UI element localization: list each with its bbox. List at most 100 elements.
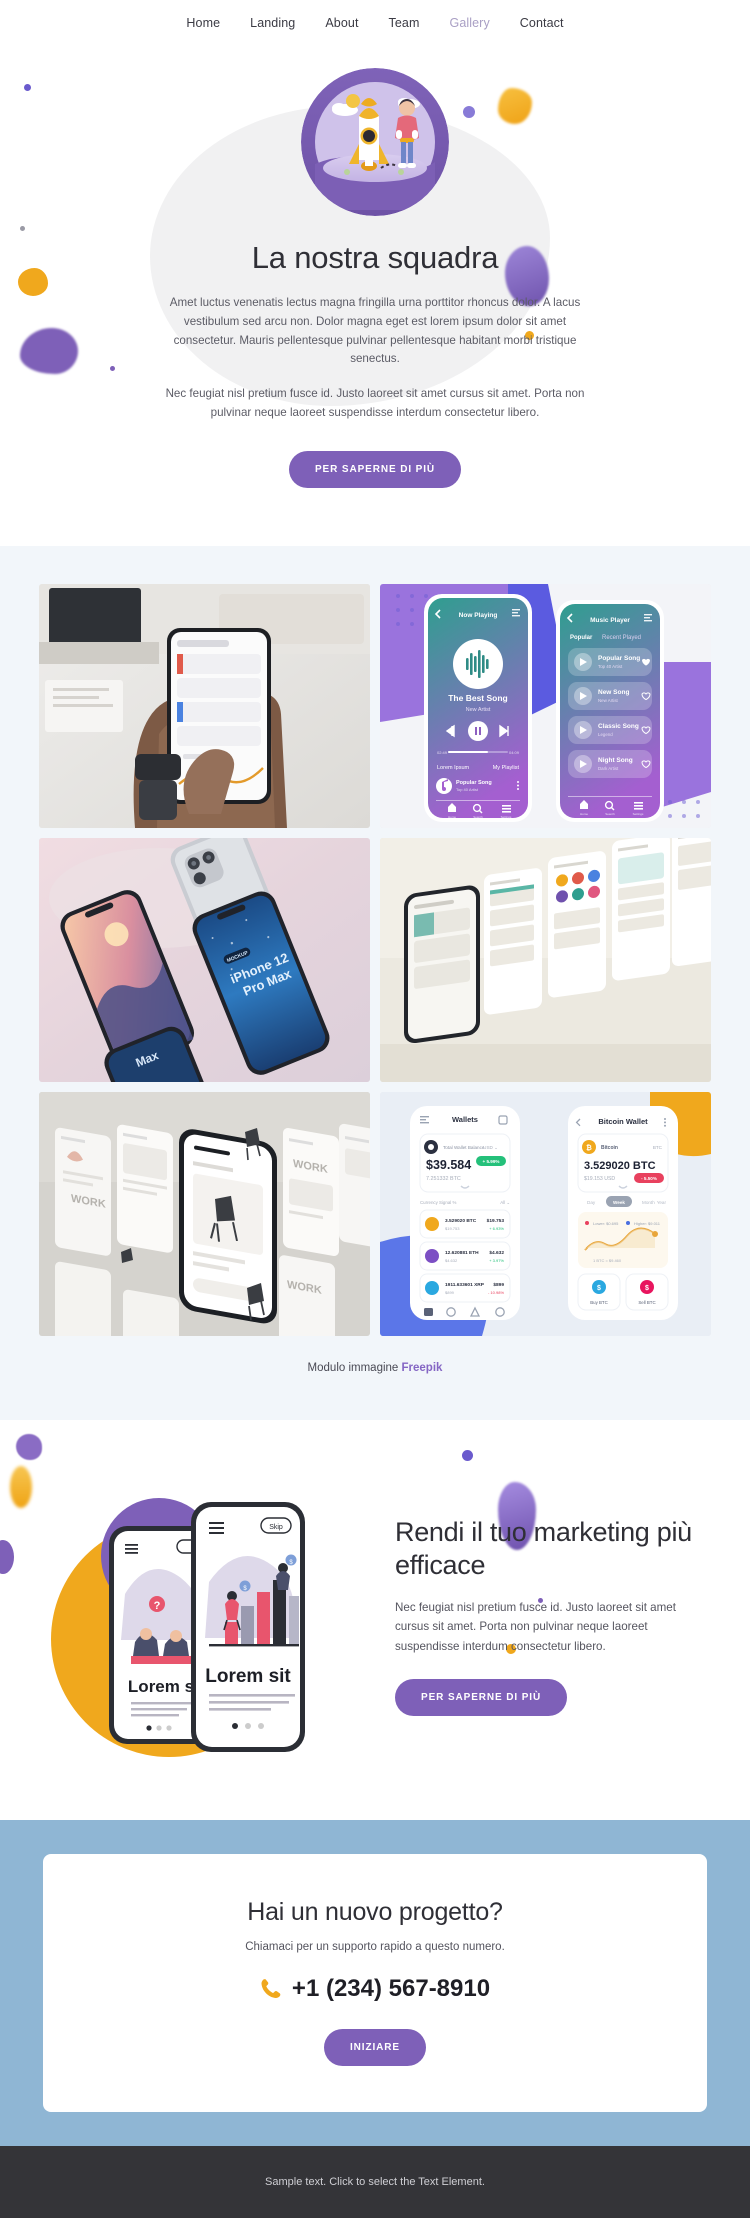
svg-text:Search: Search: [605, 812, 615, 816]
contact-title: Hai un nuovo progetto?: [247, 1897, 503, 1926]
svg-text:3.529020 BTC: 3.529020 BTC: [445, 1218, 477, 1224]
nav-item-gallery[interactable]: Gallery: [450, 16, 490, 30]
svg-text:Bitcoin Wallet: Bitcoin Wallet: [598, 1117, 648, 1126]
gallery-item-phone-flatlay[interactable]: MOCKUP iPhone 12 Pro Max Max: [39, 837, 370, 1082]
svg-text:Popular Song: Popular Song: [456, 780, 492, 786]
svg-text:+ 3.97%: + 3.97%: [489, 1258, 504, 1263]
svg-text:02:49: 02:49: [437, 750, 448, 755]
caption-text: Modulo immagine: [307, 1361, 402, 1374]
deco-dot-purple-mk: [462, 1449, 473, 1461]
svg-text:?: ?: [154, 1600, 161, 1612]
hand-holding-phone-photo: [39, 583, 370, 828]
furniture-app-screens-photo: WORK WORK WORK: [39, 1091, 370, 1336]
gallery-section: Now Playing The Best Song New Artist 02:…: [0, 545, 750, 1420]
marketing-cta-button[interactable]: PER SAPERNE DI PIÙ: [395, 1678, 568, 1716]
svg-text:Lorem sit: Lorem sit: [205, 1666, 291, 1687]
chat-app-screens-photo: [380, 837, 711, 1082]
nav-item-about[interactable]: About: [325, 16, 358, 30]
svg-text:12.620881 ETH: 12.620881 ETH: [445, 1250, 479, 1256]
contact-card: Hai un nuovo progetto? Chiamaci per un s…: [43, 1853, 707, 2112]
main-navigation: Home Landing About Team Gallery Contact: [0, 0, 750, 46]
hero-section: La nostra squadra Amet luctus venenatis …: [0, 46, 750, 546]
gallery-item-hand-phone[interactable]: [39, 583, 370, 828]
gallery-item-app-screens[interactable]: [380, 837, 711, 1082]
svg-text:Sell BTC: Sell BTC: [638, 1300, 655, 1305]
svg-text:Lorem Ipsum: Lorem Ipsum: [437, 765, 470, 771]
svg-text:Currency Signal %: Currency Signal %: [420, 1200, 456, 1205]
footer-text[interactable]: Sample text. Click to select the Text El…: [265, 2176, 485, 2188]
onboarding-phones-illustration: ? Lorem s Skip $ $ Lorem sit: [51, 1497, 305, 1757]
svg-text:Now Playing: Now Playing: [459, 612, 498, 619]
gallery-item-music-app[interactable]: Now Playing The Best Song New Artist 02:…: [380, 583, 711, 828]
svg-text:1 BTC = $9.460: 1 BTC = $9.460: [593, 1258, 622, 1263]
svg-text:3.529020 BTC: 3.529020 BTC: [584, 1160, 656, 1172]
svg-text:Total Wallet Balance: Total Wallet Balance: [443, 1145, 485, 1150]
svg-text:Search: Search: [473, 815, 483, 819]
hero-illustration: [301, 68, 449, 216]
marketing-title: Rendi il tuo marketing più efficace: [395, 1516, 692, 1580]
svg-text:Top 40 Artist: Top 40 Artist: [456, 787, 479, 792]
hero-cta-button[interactable]: PER SAPERNE DI PIÙ: [288, 450, 462, 488]
footer: Sample text. Click to select the Text El…: [0, 2145, 750, 2218]
music-player-app-mockup: Now Playing The Best Song New Artist 02:…: [380, 583, 711, 828]
page-title: La nostra squadra: [251, 240, 499, 275]
svg-text:$: $: [597, 1285, 601, 1292]
svg-text:Lower: $0.695: Lower: $0.695: [593, 1221, 619, 1226]
svg-text:₿: ₿: [586, 1144, 592, 1152]
svg-text:Settings: Settings: [633, 812, 644, 816]
svg-text:Lorem s: Lorem s: [128, 1677, 194, 1696]
svg-text:Settings: Settings: [501, 815, 512, 819]
contact-cta-button[interactable]: INIZIARE: [324, 2028, 426, 2066]
landing-page: Home Landing About Team Gallery Contact: [0, 0, 750, 2218]
svg-text:+ 5.99%: + 5.99%: [483, 1159, 500, 1164]
svg-text:04:09: 04:09: [509, 750, 520, 755]
svg-text:Top 40 Artist: Top 40 Artist: [598, 664, 623, 669]
marketing-section: ? Lorem s Skip $ $ Lorem sit Rendi il tu…: [0, 1419, 750, 1820]
svg-text:$: $: [645, 1285, 649, 1292]
svg-text:My Playlist: My Playlist: [493, 765, 520, 771]
contact-phone-number: +1 (234) 567-8910: [291, 1974, 491, 2002]
svg-text:$39.584: $39.584: [426, 1158, 471, 1172]
svg-text:Classic Song: Classic Song: [598, 723, 639, 730]
nav-item-contact[interactable]: Contact: [520, 16, 564, 30]
svg-text:+ 6.93%: + 6.93%: [489, 1226, 504, 1231]
gallery-item-furniture-screens[interactable]: WORK WORK WORK: [39, 1091, 370, 1336]
contact-phone[interactable]: +1 (234) 567-8910: [63, 1975, 687, 2003]
gallery-grid: Now Playing The Best Song New Artist 02:…: [39, 583, 711, 1336]
svg-text:$4.632: $4.632: [489, 1250, 504, 1256]
svg-text:Dark Artist: Dark Artist: [598, 766, 619, 771]
hero-paragraph-2: Nec feugiat nisl pretium fusce id. Justo…: [165, 387, 585, 419]
svg-text:Night Song: Night Song: [598, 757, 633, 764]
nav-item-home[interactable]: Home: [186, 16, 220, 30]
svg-text:Home: Home: [448, 815, 456, 819]
svg-text:$4.632: $4.632: [445, 1258, 458, 1263]
svg-text:USD ⌄: USD ⌄: [483, 1145, 498, 1150]
svg-text:Home: Home: [580, 812, 588, 816]
svg-text:$19.753: $19.753: [487, 1218, 505, 1224]
svg-text:Recent Played: Recent Played: [602, 635, 641, 641]
svg-text:Wallets: Wallets: [452, 1115, 478, 1124]
svg-text:New Artist: New Artist: [598, 698, 619, 703]
nav-item-landing[interactable]: Landing: [250, 16, 295, 30]
nav-item-team[interactable]: Team: [389, 16, 420, 30]
svg-text:$899: $899: [445, 1290, 455, 1295]
svg-text:Buy BTC: Buy BTC: [590, 1300, 608, 1305]
svg-text:$19.153 USD: $19.153 USD: [584, 1176, 615, 1182]
svg-text:Day: Day: [587, 1200, 596, 1205]
svg-text:7.251332 BTC: 7.251332 BTC: [426, 1176, 461, 1182]
svg-text:Music Player: Music Player: [590, 617, 630, 624]
svg-text:Legend: Legend: [598, 732, 613, 737]
svg-text:Year: Year: [657, 1200, 667, 1205]
svg-text:1911.633601 XRP: 1911.633601 XRP: [445, 1282, 485, 1288]
freepik-link[interactable]: Freepik: [402, 1362, 443, 1374]
svg-text:$899: $899: [493, 1282, 504, 1288]
deco-blob-orange-mk-left: [10, 1465, 32, 1508]
svg-text:Higher: $9.011: Higher: $9.011: [634, 1221, 661, 1226]
gallery-item-crypto-app[interactable]: Wallets Total Wallet Balance USD ⌄ $39.5…: [380, 1091, 711, 1336]
marketing-illustration: ? Lorem s Skip $ $ Lorem sit: [39, 1464, 369, 1764]
svg-text:Popular Song: Popular Song: [598, 655, 640, 662]
svg-text:Month: Month: [642, 1200, 655, 1205]
deco-blob-purple-mk-left: [16, 1433, 42, 1460]
rocket-astronaut-icon: [301, 68, 449, 216]
svg-text:New Artist: New Artist: [466, 707, 491, 713]
